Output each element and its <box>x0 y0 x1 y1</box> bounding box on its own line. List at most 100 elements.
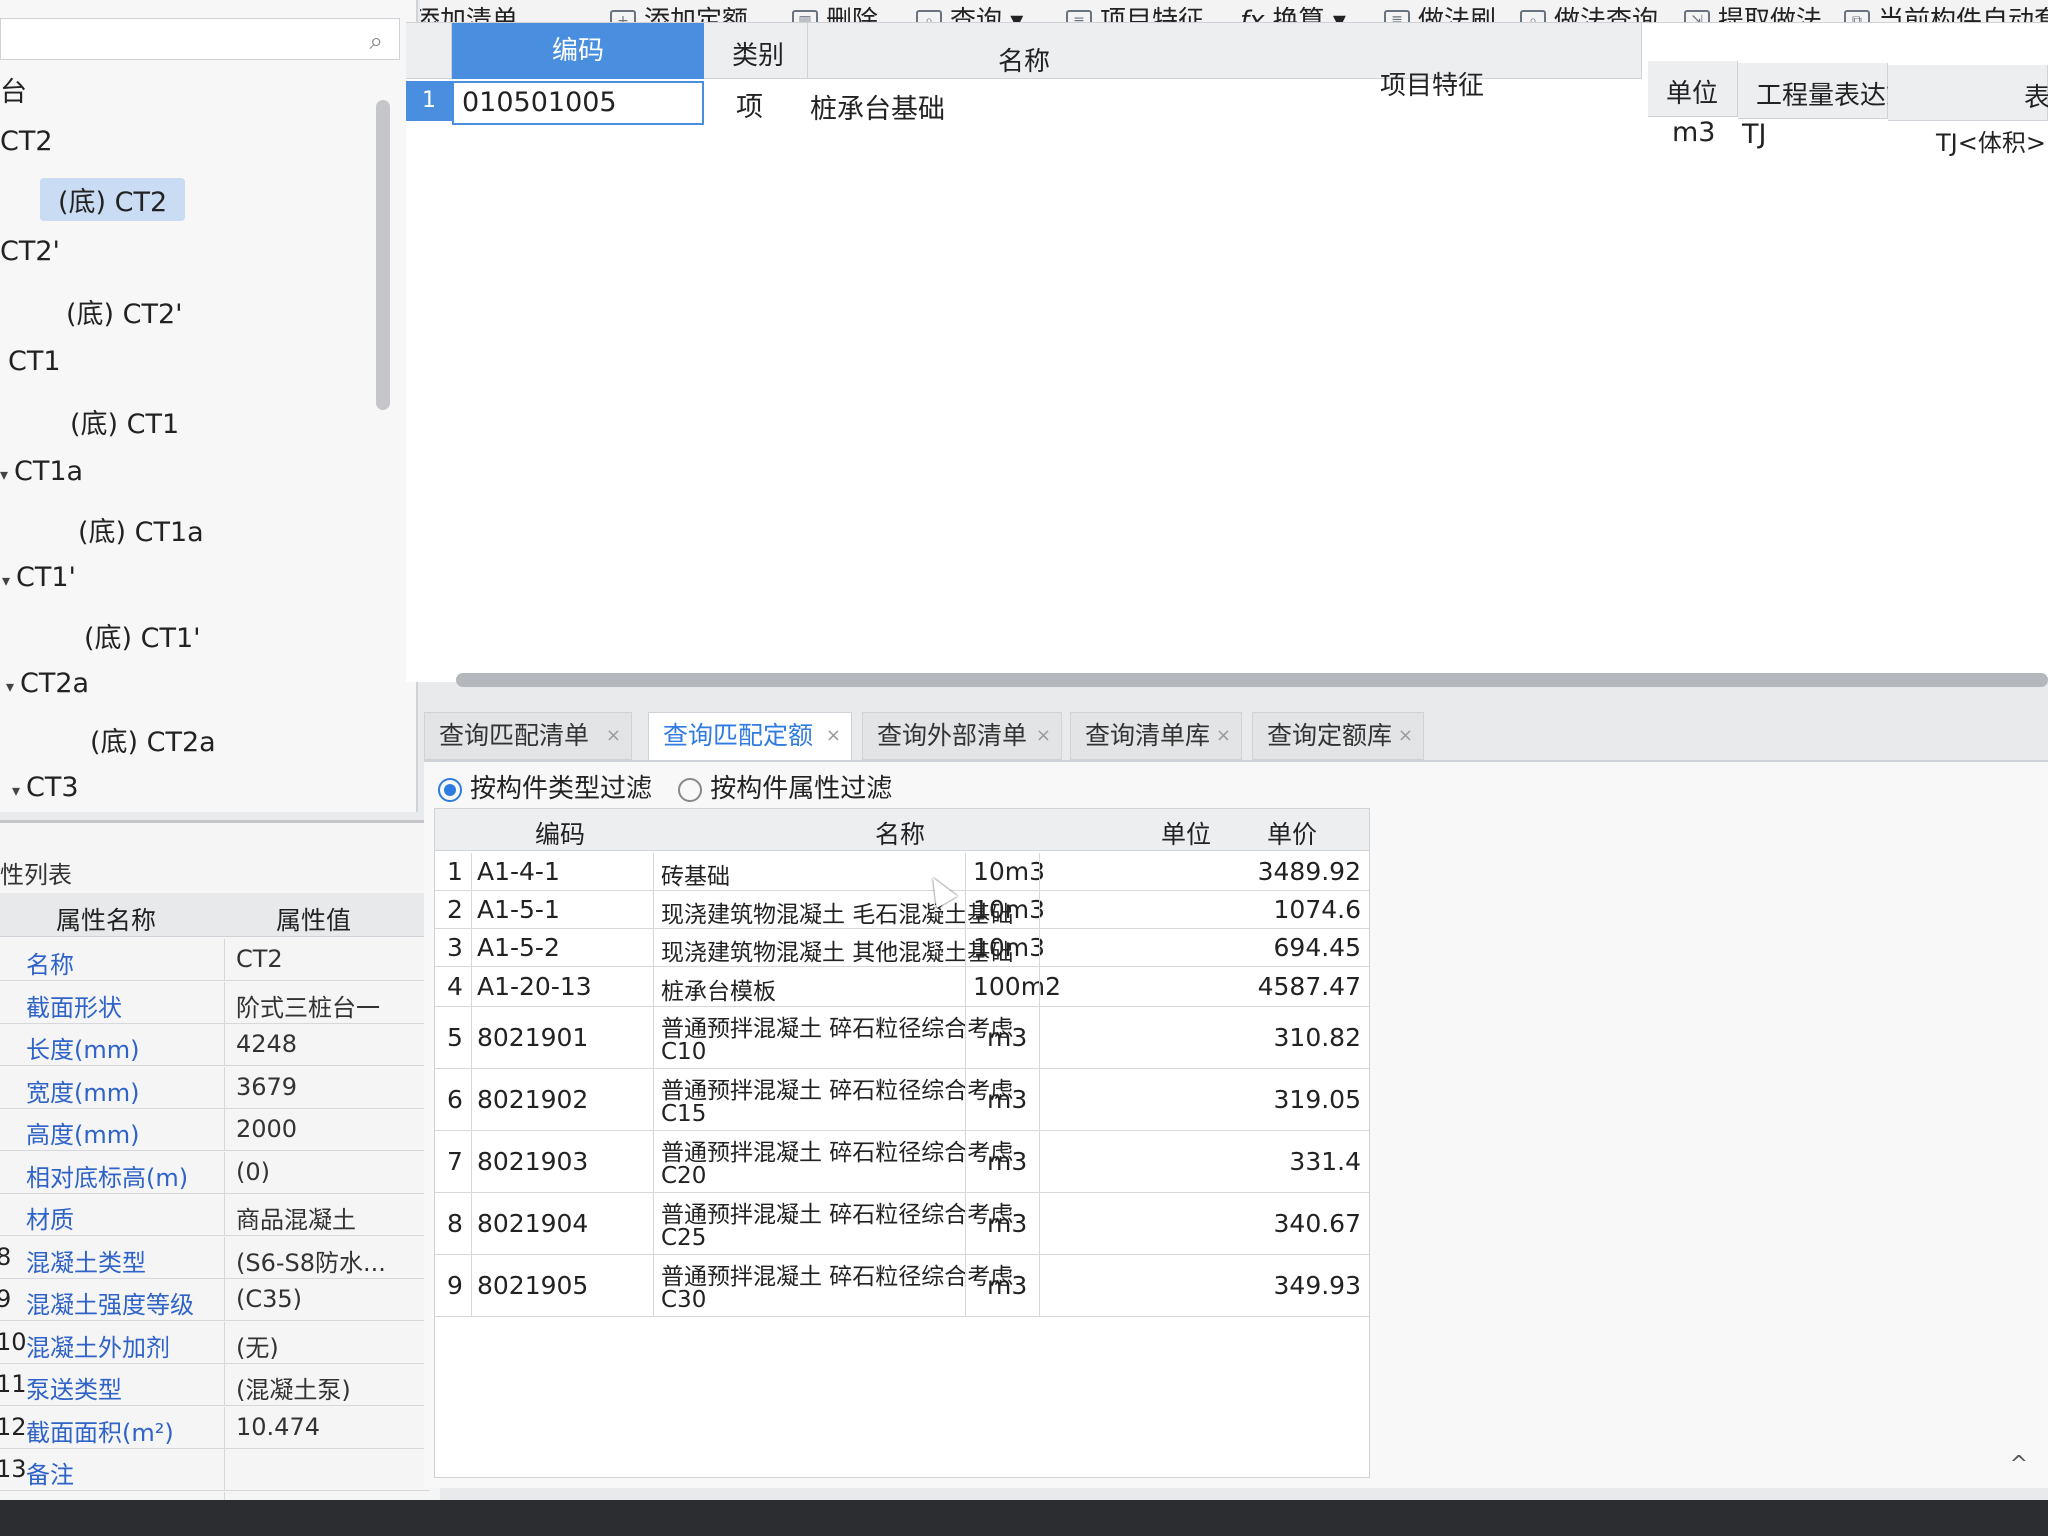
attribute-value[interactable]: (0) <box>236 1158 270 1186</box>
toolbar-auto-apply-button[interactable]: ⧉ 当前构件自动套 <box>1844 0 2048 22</box>
attribute-value[interactable]: 3679 <box>236 1073 297 1101</box>
tree-item[interactable]: (底) CT2' <box>66 292 183 331</box>
attribute-row[interactable]: 10 混凝土外加剂 (无) <box>0 1321 430 1364</box>
quota-header-unit[interactable]: 单位 <box>1161 815 1211 851</box>
quota-name[interactable]: 普通预拌混凝土 碎石粒径综合考虑 <box>661 1133 1013 1167</box>
tree-item[interactable]: ▾ CT2a <box>6 668 89 699</box>
quota-name[interactable]: 普通预拌混凝土 碎石粒径综合考虑 <box>661 1009 1013 1043</box>
attribute-row[interactable]: 11 泵送类型 (混凝土泵) <box>0 1364 430 1406</box>
attribute-value[interactable]: (混凝土泵) <box>236 1370 351 1405</box>
quota-row[interactable]: 5 8021901 普通预拌混凝土 碎石粒径综合考虑 C10 m3 310.82 <box>435 1007 1369 1069</box>
attribute-value[interactable]: 4248 <box>236 1030 297 1058</box>
quota-name[interactable]: 桩承台模板 <box>661 972 776 1006</box>
chevron-up-icon[interactable]: ^ <box>2010 1452 2028 1477</box>
attribute-row[interactable]: 8 混凝土类型 (S6-S8防水... <box>0 1236 430 1279</box>
attribute-row[interactable]: 12 截面面积(m²) 10.474 <box>0 1406 430 1449</box>
attribute-row[interactable]: 高度(mm) 2000 <box>0 1109 430 1151</box>
expand-arrow-icon[interactable]: ▾ <box>0 465 8 484</box>
toolbar-convert-button[interactable]: fx 换算 ▾ <box>1240 0 1346 22</box>
filter-by-attribute-radio[interactable]: 按构件属性过滤 <box>678 774 892 804</box>
row-unit-cell[interactable]: m3 <box>1672 117 1715 148</box>
toolbar-add-list-button[interactable]: +添加清单 <box>420 0 518 22</box>
quota-header-name[interactable]: 名称 <box>875 815 925 851</box>
quota-row[interactable]: 6 8021902 普通预拌混凝土 碎石粒径综合考虑 C15 m3 319.05 <box>435 1069 1369 1131</box>
tree-item[interactable]: ▾ CT1' <box>2 562 76 593</box>
tab-query-list-library[interactable]: 查询清单库 × <box>1070 712 1242 760</box>
header-code[interactable]: 编码 <box>452 23 704 79</box>
row-expr2-cell[interactable]: TJ<体积> <box>1936 123 2046 158</box>
quota-code[interactable]: A1-4-1 <box>477 857 560 886</box>
quota-name[interactable]: 砖基础 <box>661 857 730 891</box>
tab-query-quota-library[interactable]: 查询定额库 × <box>1252 712 1424 760</box>
toolbar-method-query-button[interactable]: ⌕ 做法查询 <box>1520 0 1658 22</box>
attribute-row[interactable]: 截面形状 阶式三桩台一 <box>0 981 430 1024</box>
attribute-row[interactable]: 相对底标高(m) (0) <box>0 1151 430 1194</box>
attribute-value[interactable]: (无) <box>236 1328 279 1363</box>
attribute-row[interactable]: 9 混凝土强度等级 (C35) <box>0 1279 430 1321</box>
attribute-value[interactable]: 2000 <box>236 1115 297 1143</box>
expand-arrow-icon[interactable]: ▾ <box>12 781 20 800</box>
quota-row[interactable]: 7 8021903 普通预拌混凝土 碎石粒径综合考虑 C20 m3 331.4 <box>435 1131 1369 1193</box>
expand-arrow-icon[interactable]: ▾ <box>2 571 10 590</box>
quota-row[interactable]: 8 8021904 普通预拌混凝土 碎石粒径综合考虑 C25 m3 340.67 <box>435 1193 1369 1255</box>
list-grid-hscrollbar[interactable] <box>456 673 2048 687</box>
attribute-value[interactable]: 10.474 <box>236 1413 320 1441</box>
search-icon[interactable]: ⌕ <box>370 27 383 55</box>
quota-row[interactable]: 9 8021905 普通预拌混凝土 碎石粒径综合考虑 C30 m3 349.93 <box>435 1255 1369 1317</box>
quota-code[interactable]: A1-20-13 <box>477 972 592 1001</box>
attribute-row[interactable]: 13 备注 <box>0 1449 430 1491</box>
header-type-cell[interactable]: 类别 <box>704 23 808 79</box>
tree-item[interactable]: CT2 <box>0 126 53 157</box>
tree-item[interactable]: CT1 <box>8 346 61 377</box>
tab-query-match-quota[interactable]: 查询匹配定额 × <box>648 712 852 760</box>
attribute-value[interactable]: CT2 <box>236 945 283 973</box>
quota-row[interactable]: 3 A1-5-2 现浇建筑物混凝土 其他混凝土基础 10m3 694.45 <box>435 929 1369 967</box>
tree-item[interactable]: (底) CT2a <box>90 720 216 759</box>
toolbar-query-button[interactable]: ⌕ 查询 ▾ <box>916 0 1023 22</box>
quota-header-price[interactable]: 单价 <box>1267 815 1317 851</box>
row-name-cell[interactable]: 桩承台基础 <box>810 87 945 126</box>
expand-arrow-icon[interactable]: ▾ <box>6 677 14 696</box>
close-icon[interactable]: × <box>826 713 841 759</box>
row-expr-cell[interactable]: TJ <box>1742 119 1766 150</box>
row-code-cell[interactable]: 010501005 <box>452 81 704 125</box>
close-icon[interactable]: × <box>1398 713 1413 759</box>
close-icon[interactable]: × <box>1036 713 1051 759</box>
tree-item[interactable]: 台 <box>0 70 27 109</box>
quota-name[interactable]: 普通预拌混凝土 碎石粒径综合考虑 <box>661 1071 1013 1105</box>
tree-scrollbar[interactable] <box>376 100 390 410</box>
tree-item[interactable]: (底) CT1' <box>84 616 201 655</box>
tree-item[interactable]: ▾ CT1a <box>0 456 83 487</box>
attribute-row[interactable]: 名称 CT2 <box>0 939 430 981</box>
quota-code[interactable]: A1-5-2 <box>477 933 560 962</box>
attribute-row[interactable]: 材质 商品混凝土 <box>0 1194 430 1236</box>
tab-query-match-list[interactable]: 查询匹配清单 × <box>424 712 632 760</box>
quota-row[interactable]: 4 A1-20-13 桩承台模板 100m2 4587.47 <box>435 967 1369 1007</box>
attribute-value[interactable]: 阶式三桩台一 <box>236 988 380 1023</box>
tree-item[interactable]: ▾ CT3 <box>12 772 79 803</box>
quota-header-code[interactable]: 编码 <box>535 815 585 851</box>
toolbar-feature-button[interactable]: ≡ 项目特征 <box>1066 0 1204 22</box>
quota-row[interactable]: 2 A1-5-1 现浇建筑物混凝土 毛石混凝土基础 10m3 1074.6 <box>435 891 1369 929</box>
attribute-row[interactable]: 宽度(mm) 3679 <box>0 1066 430 1109</box>
tree-search-box[interactable]: ⌕ <box>0 18 400 60</box>
quota-name[interactable]: 普通预拌混凝土 碎石粒径综合考虑 <box>661 1257 1013 1291</box>
close-icon[interactable]: × <box>606 713 621 759</box>
toolbar-add-quota-button[interactable]: + 添加定额 <box>610 0 748 22</box>
row-type-cell[interactable]: 项 <box>736 85 763 124</box>
toolbar-delete-button[interactable]: ▥ 删除 <box>792 0 878 22</box>
quota-row[interactable]: 1 A1-4-1 砖基础 10m3 3489.92 <box>435 853 1369 891</box>
tab-query-external-list[interactable]: 查询外部清单 × <box>862 712 1062 760</box>
quota-code[interactable]: 8021903 <box>477 1147 588 1176</box>
quota-name[interactable]: 现浇建筑物混凝土 其他混凝土基础 <box>661 933 1013 967</box>
filter-by-type-radio[interactable]: 按构件类型过滤 <box>438 774 652 804</box>
toolbar-extract-method-button[interactable]: ⇲ 提取做法 <box>1684 0 1822 22</box>
attribute-value[interactable]: (S6-S8防水... <box>236 1243 386 1278</box>
quota-code[interactable]: 8021902 <box>477 1085 588 1114</box>
quota-name[interactable]: 普通预拌混凝土 碎石粒径综合考虑 <box>661 1195 1013 1229</box>
attribute-value[interactable]: 商品混凝土 <box>236 1200 356 1235</box>
attribute-value[interactable]: (C35) <box>236 1285 302 1313</box>
quota-code[interactable]: 8021901 <box>477 1023 588 1052</box>
quota-code[interactable]: 8021904 <box>477 1209 588 1238</box>
close-icon[interactable]: × <box>1216 713 1231 759</box>
